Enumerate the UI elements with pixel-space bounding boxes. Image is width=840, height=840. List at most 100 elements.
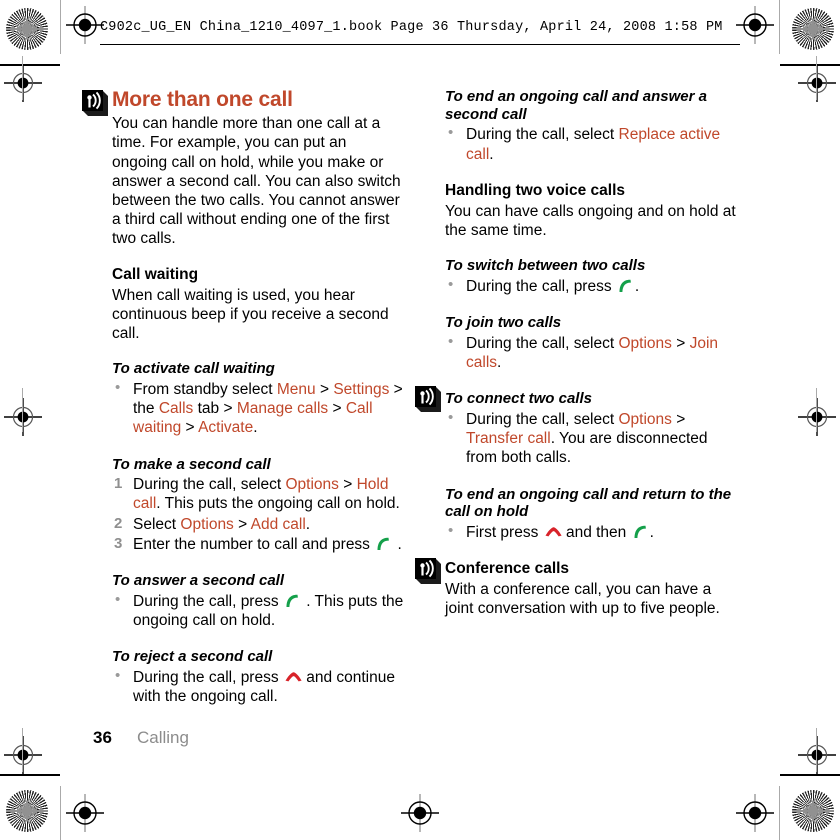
crop-rule-vertical-right-mid2 [816, 388, 818, 432]
text-run: > [328, 400, 346, 418]
text-run: During the call, select [133, 476, 286, 494]
left-column: More than one call You can handle more t… [82, 88, 404, 707]
registration-target-top-right [736, 6, 774, 44]
text-run: . [649, 523, 654, 541]
signal-tip-icon [415, 386, 441, 413]
text-run: From standby select [133, 380, 277, 398]
crop-rule-vertical-right-bottom [779, 786, 781, 840]
page-title: More than one call [112, 88, 293, 111]
footer-page-number: 36 [93, 728, 112, 747]
page-footer: 36 Calling [93, 728, 189, 748]
activate-call-waiting-list: From standby select Menu > Settings > th… [112, 379, 404, 438]
heading-call-waiting: Call waiting [112, 265, 199, 283]
kw-manage-calls: Manage calls [236, 400, 329, 418]
kw-menu: Menu [276, 380, 316, 398]
handling-two-body: You can have calls ongoing and on hold a… [445, 202, 736, 239]
step-number: 2 [114, 514, 123, 532]
heading-join-two-calls: To join two calls [445, 314, 562, 332]
text-run: During the call, select [466, 126, 619, 144]
crop-rule-vertical-right-mid3 [816, 728, 818, 772]
text-run: > [338, 476, 357, 494]
crop-rule-vertical-left-bottom [60, 786, 62, 840]
text-run: Select [133, 515, 181, 533]
signal-tip-icon [82, 90, 108, 116]
text-run: During the call, press [466, 277, 616, 295]
text-run: . [489, 145, 494, 163]
end-and-return-list: First press and then . [445, 522, 737, 542]
registration-target-bottom-left [66, 794, 104, 832]
heading-make-second-call: To make a second call [112, 455, 271, 473]
kw-options: Options [618, 334, 672, 352]
list-item: 1 During the call, select Options > Hold … [112, 475, 404, 513]
text-run: . This puts the ongoing call on hold. [156, 495, 400, 513]
call-key-icon [617, 278, 634, 293]
text-run: . [497, 353, 502, 371]
list-item: From standby select Menu > Settings > th… [112, 379, 404, 438]
heading-conference-calls: Conference calls [445, 560, 570, 578]
crop-rule-vertical-right-mid [816, 56, 818, 100]
signal-tip-icon [415, 558, 441, 585]
intro-paragraph: You can handle more than one call at a t… [112, 115, 401, 248]
registration-star-top-left [6, 8, 48, 50]
crop-line-bottom-right [780, 774, 840, 776]
text-run: > [671, 410, 686, 428]
make-second-call-steps: 1 During the call, select Options > Hold … [112, 475, 404, 554]
heading-end-and-answer: To end an ongoing call and answer a seco… [445, 88, 707, 123]
footer-chapter: Calling [137, 728, 189, 747]
kw-add-call: Add call [250, 515, 306, 533]
list-item: 2 Select Options > Add call. [112, 515, 404, 534]
call-waiting-body: When call waiting is used, you hear cont… [112, 286, 389, 342]
list-item: 3 Enter the number to call and press . [112, 535, 404, 554]
heading-handling-two-voice-calls: Handling two voice calls [445, 181, 626, 199]
text-run: Enter the number to call and press [133, 535, 375, 553]
kw-activate: Activate [198, 419, 254, 437]
text-run: > [315, 380, 334, 398]
kw-options: Options [180, 515, 234, 533]
text-run: > [181, 419, 199, 437]
registration-star-bottom-left [6, 790, 48, 832]
list-item: During the call, press . [445, 276, 737, 296]
list-item: During the call, select Options > Transf… [445, 409, 737, 468]
text-run: During the call, select [466, 410, 619, 428]
list-item: First press and then . [445, 522, 737, 542]
manual-page: C902c_UG_EN China_1210_4097_1.book Page … [0, 0, 840, 840]
conference-body: With a conference call, you can have a j… [445, 581, 720, 618]
heading-reject-second-call: To reject a second call [112, 648, 273, 666]
list-item: During the call, press . This puts the o… [112, 591, 404, 630]
step-number: 1 [114, 475, 123, 493]
kw-transfer-call: Transfer call [466, 430, 551, 448]
text-run: . [634, 277, 640, 295]
crop-rule-vertical-left-mid2 [22, 388, 24, 432]
registration-target-bottom-right [736, 794, 774, 832]
text-run: . [305, 515, 311, 533]
text-run: During the call, press [133, 592, 283, 610]
kw-options: Options [618, 410, 672, 428]
crop-rule-vertical-left-mid3 [22, 728, 24, 772]
registration-star-top-right [792, 8, 834, 50]
end-and-answer-list: During the call, select Replace active c… [445, 124, 737, 163]
list-item: During the call, select Replace active c… [445, 124, 737, 163]
text-run: and then [561, 523, 631, 541]
join-two-calls-list: During the call, select Options > Join c… [445, 333, 737, 372]
crop-rule-vertical-left-mid [22, 56, 24, 100]
registration-target-top-left [66, 6, 104, 44]
crop-rule-vertical-left [60, 0, 62, 54]
header-divider [100, 44, 740, 45]
reject-second-call-list: During the call, press and continue with… [112, 667, 404, 706]
heading-end-and-return: To end an ongoing call and return to the… [445, 485, 732, 521]
text-run: During the call, press [133, 668, 283, 686]
crop-line-top-right [780, 64, 840, 66]
text-run: During the call, select [466, 334, 619, 352]
call-key-icon [284, 593, 301, 608]
step-number: 3 [114, 534, 123, 552]
end-key-icon [284, 669, 302, 684]
text-run: tab > [193, 400, 237, 418]
print-header-text: C902c_UG_EN China_1210_4097_1.book Page … [100, 20, 723, 35]
text-run: > [233, 515, 251, 533]
heading-activate-call-waiting: To activate call waiting [112, 360, 275, 378]
text-run: . [393, 535, 402, 553]
kw-settings: Settings [333, 380, 390, 398]
answer-second-call-list: During the call, press . This puts the o… [112, 591, 404, 630]
crop-line-bottom-left [0, 774, 60, 776]
text-run: > [671, 334, 690, 352]
